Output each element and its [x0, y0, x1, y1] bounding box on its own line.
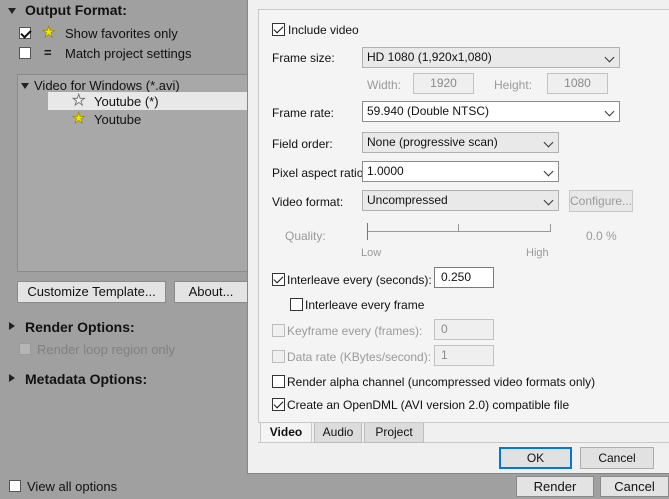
video-format-label: Video format:: [272, 195, 344, 209]
quality-high-label: High: [526, 247, 549, 259]
quality-slider-track: [367, 231, 551, 232]
width-field[interactable]: 1920: [413, 73, 474, 94]
quality-slider[interactable]: [367, 221, 551, 243]
keyframe-checkbox[interactable]: [272, 324, 285, 337]
tree-expand-icon[interactable]: [21, 83, 29, 89]
tab-audio[interactable]: Audio: [314, 423, 362, 443]
star-favorite-icon[interactable]: ★: [72, 111, 86, 127]
tree-item-label: Youtube: [94, 112, 142, 127]
video-tab-panel: Include video Frame size: HD 1080 (1,920…: [258, 9, 669, 423]
frame-rate-dropdown[interactable]: 59.940 (Double NTSC): [362, 101, 620, 122]
chevron-down-icon: [604, 106, 615, 117]
metadata-options-title: Metadata Options:: [25, 371, 148, 387]
star-favorite-icon: ★: [42, 24, 56, 41]
show-favorites-checkbox[interactable]: [19, 27, 31, 39]
tree-root-label[interactable]: Video for Windows (*.avi): [34, 78, 180, 93]
interleave-every-frame-checkbox[interactable]: [290, 298, 303, 311]
render-loop-label: Render loop region only: [37, 342, 176, 357]
include-video-checkbox[interactable]: [272, 23, 285, 36]
footer-bar: View all options Render Cancel: [0, 474, 669, 499]
data-rate-label: Data rate (KBytes/second):: [287, 350, 432, 364]
render-options-title: Render Options:: [25, 319, 135, 335]
interleave-every-frame-label[interactable]: Interleave every frame: [305, 298, 424, 312]
pixel-aspect-value: 1.0000: [367, 164, 404, 178]
data-rate-field[interactable]: 1: [434, 345, 494, 366]
keyframe-field[interactable]: 0: [434, 319, 494, 340]
frame-size-dropdown[interactable]: HD 1080 (1,920x1,080): [362, 47, 620, 68]
collapse-output-format-icon[interactable]: [8, 8, 16, 14]
chevron-down-icon: [543, 195, 554, 206]
quality-value: 0.0 %: [586, 229, 617, 243]
quality-slider-thumb[interactable]: [367, 223, 368, 240]
render-alpha-checkbox[interactable]: [272, 375, 285, 388]
include-video-label[interactable]: Include video: [288, 23, 359, 37]
chevron-down-icon: [543, 166, 554, 177]
view-all-options-checkbox[interactable]: [9, 480, 21, 492]
equals-icon: =: [44, 45, 52, 60]
width-label: Width:: [367, 78, 402, 92]
render-button[interactable]: Render: [516, 476, 594, 497]
match-project-checkbox[interactable]: [19, 47, 31, 59]
frame-rate-value: 59.940 (Double NTSC): [367, 104, 490, 118]
tree-item-label: Youtube (*): [94, 94, 159, 109]
opendml-checkbox[interactable]: [272, 398, 285, 411]
chevron-down-icon: [604, 52, 615, 63]
keyframe-label: Keyframe every (frames):: [287, 324, 423, 338]
customize-template-button[interactable]: Customize Template...: [17, 281, 166, 303]
height-field[interactable]: 1080: [547, 73, 608, 94]
data-rate-checkbox[interactable]: [272, 350, 285, 363]
output-format-title: Output Format:: [25, 2, 127, 18]
tree-item-youtube-custom[interactable]: ★ Youtube (*): [48, 92, 256, 110]
field-order-dropdown[interactable]: None (progressive scan): [362, 132, 559, 153]
pixel-aspect-dropdown[interactable]: 1.0000: [362, 161, 559, 182]
template-tree[interactable]: Video for Windows (*.avi) ★ Youtube (*) …: [17, 74, 257, 272]
frame-rate-label: Frame rate:: [272, 106, 335, 120]
opendml-label[interactable]: Create an OpenDML (AVI version 2.0) comp…: [287, 398, 569, 412]
configure-button[interactable]: Configure...: [569, 190, 633, 212]
expand-render-options-icon[interactable]: [9, 322, 15, 330]
star-outline-icon[interactable]: ★: [72, 93, 86, 109]
tree-item-youtube[interactable]: ★ Youtube: [48, 110, 256, 128]
video-format-dropdown[interactable]: Uncompressed: [362, 190, 559, 211]
field-order-label: Field order:: [272, 137, 333, 151]
chevron-down-icon: [543, 137, 554, 148]
tab-project[interactable]: Project: [364, 423, 424, 443]
footer-cancel-button[interactable]: Cancel: [600, 476, 669, 497]
quality-slider-tick: [458, 224, 459, 231]
field-order-value: None (progressive scan): [367, 135, 498, 149]
interleave-every-label[interactable]: Interleave every (seconds):: [287, 273, 432, 287]
interleave-every-checkbox[interactable]: [272, 273, 285, 286]
view-all-options-label[interactable]: View all options: [27, 479, 117, 494]
tab-video[interactable]: Video: [260, 423, 312, 443]
frame-size-label: Frame size:: [272, 51, 335, 65]
frame-size-value: HD 1080 (1,920x1,080): [367, 50, 492, 64]
interleave-seconds-field[interactable]: 0.250: [434, 267, 494, 288]
expand-metadata-options-icon[interactable]: [9, 374, 15, 382]
quality-label: Quality:: [285, 229, 326, 243]
cancel-button[interactable]: Cancel: [580, 447, 654, 469]
pixel-aspect-label: Pixel aspect ratio:: [272, 166, 367, 180]
video-format-value: Uncompressed: [367, 193, 448, 207]
ok-button[interactable]: OK: [499, 447, 572, 469]
render-alpha-label[interactable]: Render alpha channel (uncompressed video…: [287, 375, 595, 389]
render-loop-checkbox[interactable]: [19, 343, 31, 355]
custom-settings-dialog: Include video Frame size: HD 1080 (1,920…: [247, 0, 669, 474]
show-favorites-label[interactable]: Show favorites only: [65, 26, 178, 41]
match-project-label[interactable]: Match project settings: [65, 46, 191, 61]
quality-low-label: Low: [361, 247, 382, 259]
about-button[interactable]: About...: [174, 281, 248, 303]
quality-slider-tick: [550, 224, 551, 231]
height-label: Height:: [494, 78, 533, 92]
